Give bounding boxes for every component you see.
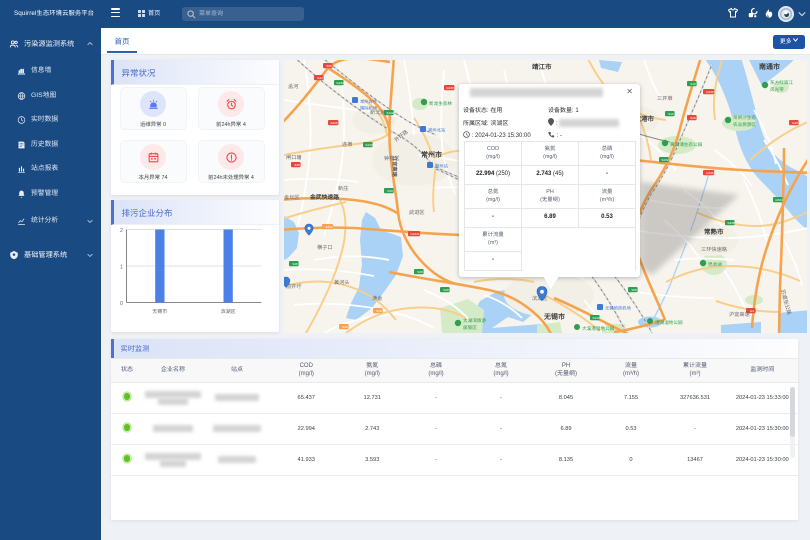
svg-text:常阴沙生态: 常阴沙生态: [733, 115, 756, 120]
svg-text:无锡市: 无锡市: [543, 312, 565, 321]
svg-text:黄泗浦生态公园: 黄泗浦生态公园: [670, 142, 703, 147]
svg-text:S38: S38: [294, 163, 300, 167]
svg-text:G233: G233: [336, 81, 344, 85]
svg-text:G524: G524: [775, 198, 783, 202]
svg-text:无锡硕放机场: 无锡硕放机场: [605, 306, 631, 311]
svg-text:金坛区: 金坛区: [284, 194, 300, 201]
svg-text:新龙生态林: 新龙生态林: [429, 101, 452, 106]
svg-text:风光带: 风光带: [770, 87, 784, 92]
svg-text:闸口塘: 闸口塘: [286, 154, 302, 161]
svg-text:S342: S342: [325, 225, 333, 229]
svg-text:S48: S48: [443, 288, 449, 292]
svg-text:常州奔牛: 常州奔牛: [360, 99, 378, 104]
svg-text:三开墩: 三开墩: [657, 95, 673, 102]
svg-text:0: 0: [120, 301, 123, 307]
svg-text:S39: S39: [387, 189, 393, 193]
svg-text:G40: G40: [792, 121, 798, 125]
svg-text:农业旅游区: 农业旅游区: [733, 122, 756, 127]
svg-text:昆承湖: 昆承湖: [708, 262, 722, 267]
svg-text:S230: S230: [592, 316, 600, 320]
svg-text:G228: G228: [706, 90, 714, 94]
svg-text:常州北站: 常州北站: [428, 128, 446, 133]
svg-text:S232: S232: [661, 158, 669, 162]
svg-text:G346: G346: [706, 171, 714, 175]
svg-text:滨湖区: 滨湖区: [220, 308, 235, 315]
svg-text:S38: S38: [417, 270, 423, 274]
svg-text:南通市: 南通市: [759, 62, 780, 71]
svg-text:常熟市: 常熟市: [704, 228, 724, 236]
svg-text:S239: S239: [330, 121, 338, 125]
svg-text:江宜高速: 江宜高速: [391, 156, 398, 178]
svg-text:武进区: 武进区: [409, 209, 425, 216]
svg-text:S39: S39: [326, 64, 332, 68]
svg-text:潢金: 潢金: [372, 295, 383, 302]
svg-text:东方红滨江: 东方红滨江: [770, 80, 793, 85]
svg-text:新庄: 新庄: [338, 185, 348, 192]
svg-text:S48: S48: [342, 325, 348, 329]
svg-text:G4221: G4221: [410, 232, 420, 236]
svg-text:S230: S230: [365, 143, 373, 147]
svg-text:常州站: 常州站: [435, 164, 449, 169]
svg-text:G2: G2: [749, 309, 753, 313]
svg-text:漕湖湿地公园: 漕湖湿地公园: [655, 320, 683, 325]
svg-text:无锡市: 无锡市: [152, 308, 167, 315]
svg-text:横子口: 横子口: [317, 244, 333, 251]
svg-text:国际机场: 国际机场: [360, 106, 378, 111]
svg-text:太湖湾旅游: 太湖湾旅游: [463, 318, 486, 323]
svg-text:1: 1: [120, 265, 123, 271]
svg-text:沪宜高速: 沪宜高速: [729, 311, 750, 318]
svg-text:三环快速路: 三环快速路: [701, 246, 728, 253]
svg-text:大溪港湿地公园: 大溪港湿地公园: [582, 326, 615, 331]
svg-text:S58: S58: [631, 288, 637, 292]
svg-text:S19: S19: [690, 82, 696, 86]
svg-text:黄河头: 黄河头: [334, 279, 350, 286]
svg-text:G233: G233: [446, 86, 454, 90]
svg-text:G42: G42: [317, 76, 323, 80]
svg-text:S39: S39: [376, 309, 382, 313]
svg-text:S48: S48: [292, 262, 298, 266]
svg-text:连墩: 连墩: [342, 141, 353, 148]
svg-text:金武快速路: 金武快速路: [309, 193, 339, 201]
svg-text:孟河: 孟河: [288, 83, 298, 90]
svg-text:常州市: 常州市: [421, 150, 442, 159]
svg-text:靖江市: 靖江市: [532, 63, 552, 71]
svg-text:S122: S122: [386, 111, 394, 115]
svg-text:度假区: 度假区: [463, 325, 477, 330]
svg-text:2: 2: [120, 228, 123, 234]
svg-text:S338: S338: [727, 221, 735, 225]
